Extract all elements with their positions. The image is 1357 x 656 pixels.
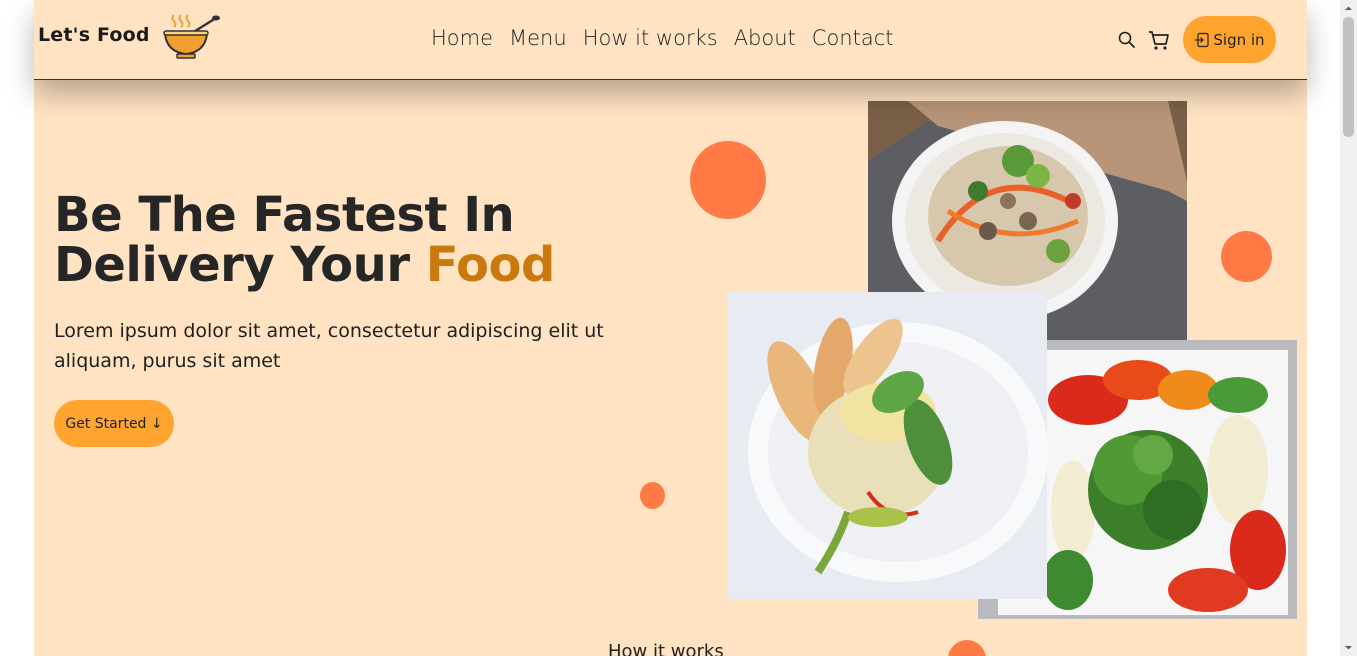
brand[interactable]: Let's Food: [38, 14, 220, 59]
decor-circle-right: [1221, 231, 1272, 282]
cart-icon[interactable]: [1147, 28, 1171, 52]
hero-title-line2: Delivery Your: [54, 237, 426, 293]
nav-link-contact[interactable]: Contact: [812, 26, 894, 50]
scroll-down-arrow-icon[interactable]: [1340, 639, 1357, 656]
nav-link-about[interactable]: About: [734, 26, 796, 50]
sign-in-label: Sign in: [1213, 30, 1265, 49]
get-started-button[interactable]: Get Started ↓: [54, 400, 174, 447]
navbar: Let's Food Home Menu How it works About …: [34, 0, 1307, 80]
sign-in-icon: [1195, 32, 1210, 47]
section-heading-how-it-works: How it works: [608, 641, 724, 656]
search-icon[interactable]: [1117, 30, 1137, 50]
nav-link-menu[interactable]: Menu: [509, 26, 567, 50]
sign-in-button[interactable]: Sign in: [1183, 16, 1276, 63]
decor-circle-large: [690, 141, 766, 219]
scrollbar-thumb[interactable]: [1343, 17, 1354, 137]
nav-links: Home Menu How it works About Contact: [431, 26, 909, 50]
hero-title-accent: Food: [425, 237, 556, 293]
page-scrollbar[interactable]: [1340, 0, 1357, 656]
decor-circle-small: [640, 482, 665, 509]
hero-title-line1: Be The Fastest In: [54, 187, 515, 243]
food-photo-plated-salad: [728, 292, 1047, 599]
scroll-up-arrow-icon[interactable]: [1340, 0, 1357, 17]
nav-link-how-it-works[interactable]: How it works: [583, 26, 718, 50]
nav-link-home[interactable]: Home: [431, 26, 493, 50]
hero-title: Be The Fastest In Delivery Your Food: [54, 190, 555, 290]
soup-bowl-logo-icon: [163, 14, 220, 59]
hero-description: Lorem ipsum dolor sit amet, consectetur …: [54, 320, 604, 372]
brand-name: Let's Food: [38, 24, 150, 46]
